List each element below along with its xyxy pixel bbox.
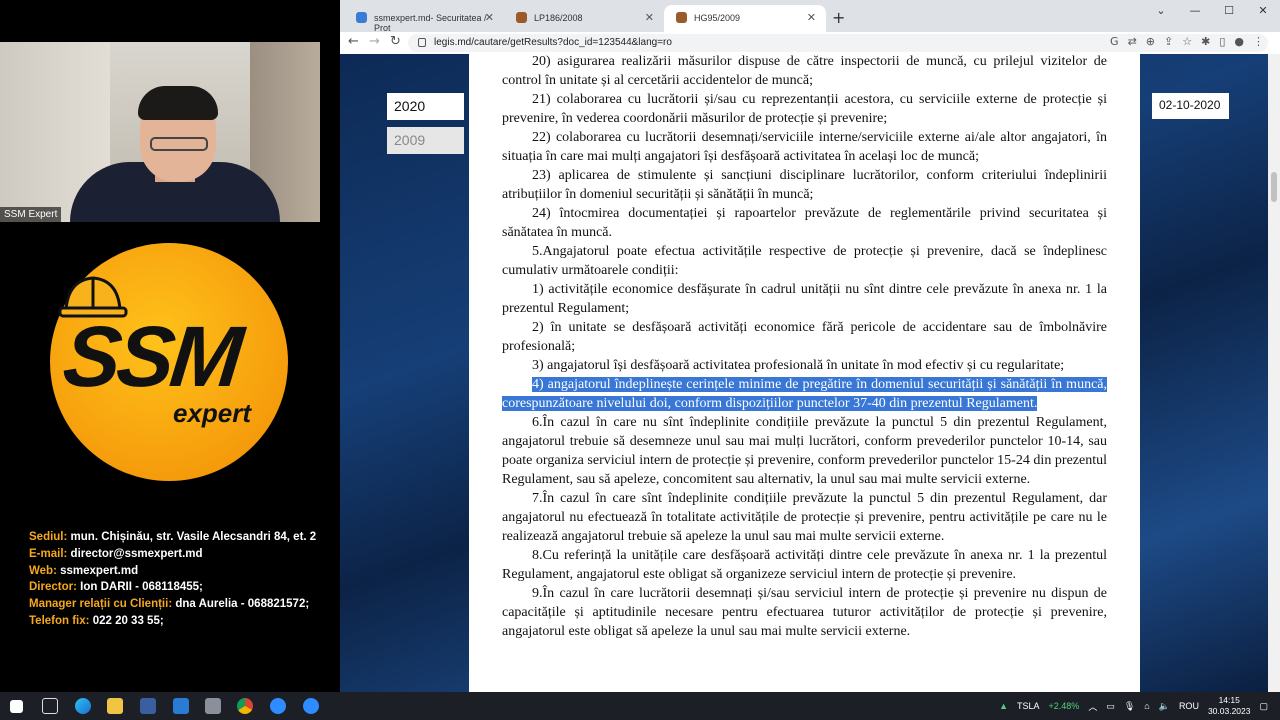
maximize-button[interactable]: ☐ <box>1212 0 1246 32</box>
doc-paragraph-selected: 4) angajatorul îndeplinește cerințele mi… <box>502 375 1107 413</box>
doc-paragraph: 9.În cazul în care lucrătorii desemnați … <box>502 586 1107 639</box>
stock-ticker[interactable]: TSLA <box>1017 701 1040 711</box>
logo-text-ssm: SSM <box>59 309 244 405</box>
extensions-icon[interactable]: ✱ <box>1201 35 1210 48</box>
reload-icon[interactable]: ↻ <box>390 34 401 49</box>
toolbar-icons: G ⇄ ⊕ ⇪ ☆ ✱ ▯ ● ⋮ <box>1110 35 1264 48</box>
forward-arrow-icon[interactable]: → <box>369 34 380 49</box>
doc-paragraph: 7.În cazul în care sînt îndeplinite cond… <box>502 491 1107 544</box>
contact-line-web: Web: ssmexpert.md <box>29 564 139 577</box>
page-viewport: 2020 2009 02-10-2020 20) asigurarea real… <box>340 54 1268 692</box>
year-tab-inactive[interactable]: 2009 <box>387 127 464 154</box>
doc-paragraph: 24) întocmirea documentației și rapoarte… <box>502 206 1107 240</box>
year-tab-active[interactable]: 2020 <box>387 93 464 120</box>
browser-chrome: ssmexpert.md- Securitatea / Prot ✕ LP186… <box>340 0 1280 54</box>
profile-avatar-icon[interactable]: ● <box>1234 35 1244 48</box>
selected-text[interactable]: 4) angajatorul îndeplinește cerințele mi… <box>502 377 1107 411</box>
page-scrollbar[interactable] <box>1268 54 1280 692</box>
zoom-icon[interactable]: ⊕ <box>1146 35 1155 48</box>
sidebar-icon[interactable]: ▯ <box>1219 35 1225 48</box>
stock-change: +2.48% <box>1048 701 1080 711</box>
doc-paragraph: 23) aplicarea de stimulente și sancțiuni… <box>502 168 1107 202</box>
zoom-app-icon[interactable] <box>270 698 286 714</box>
calculator-icon[interactable] <box>205 698 221 714</box>
new-tab-button[interactable]: + <box>832 8 845 27</box>
contact-line-director: Director: Ion DARII - 068118455; <box>29 581 203 594</box>
tab-search-chevron-icon[interactable]: ⌄ <box>1144 0 1178 32</box>
tab-strip: ssmexpert.md- Securitatea / Prot ✕ LP186… <box>340 0 1280 33</box>
tray-app-icon[interactable]: ▭ <box>1106 701 1115 712</box>
webcam-person-glasses <box>150 137 208 151</box>
lock-icon <box>418 38 426 47</box>
mail-icon[interactable] <box>173 698 189 714</box>
scrollbar-thumb[interactable] <box>1271 172 1277 202</box>
logo-text-expert: expert <box>173 398 252 428</box>
tab-hg95[interactable]: HG95/2009 ✕ <box>664 5 826 32</box>
clock[interactable]: 14:15 30.03.2023 <box>1208 695 1251 717</box>
contact-line-manager: Manager relații cu Clienții: dna Aurelia… <box>29 598 310 611</box>
share-icon[interactable]: ⇪ <box>1164 35 1173 48</box>
document-date: 02-10-2020 <box>1152 93 1229 119</box>
doc-paragraph: 21) colaborarea cu lucrătorii și/sau cu … <box>502 92 1107 126</box>
bookmark-star-icon[interactable]: ☆ <box>1182 35 1192 48</box>
contact-info: Sediul: mun. Chișinău, str. Vasile Alecs… <box>29 529 316 630</box>
google-icon[interactable]: G <box>1110 35 1119 48</box>
minimize-button[interactable]: — <box>1178 0 1212 32</box>
menu-dots-icon[interactable]: ⋮ <box>1253 35 1264 48</box>
tab-lp186[interactable]: LP186/2008 ✕ <box>504 5 664 32</box>
microphone-icon[interactable]: 🎙 <box>1124 701 1135 712</box>
doc-paragraph: 2) în unitate se desfășoară activități e… <box>502 320 1107 354</box>
close-window-button[interactable]: ✕ <box>1246 0 1280 32</box>
notification-icon[interactable]: ▢ <box>1259 701 1268 712</box>
doc-paragraph: 22) colaborarea cu lucrătorii desemnați/… <box>502 130 1107 164</box>
close-tab-icon[interactable]: ✕ <box>645 11 654 24</box>
crest-favicon-icon <box>516 12 527 23</box>
browser-toolbar: ← → ↻ legis.md/cautare/getResults?doc_id… <box>340 32 1280 54</box>
zoom-meeting-icon[interactable] <box>303 698 319 714</box>
document-body: 20) asigurarea realizării măsurilor disp… <box>469 54 1140 692</box>
doc-paragraph: 5.Angajatorul poate efectua activitățile… <box>502 244 1107 278</box>
file-explorer-icon[interactable] <box>107 698 123 714</box>
close-tab-icon[interactable]: ✕ <box>807 11 816 24</box>
store-icon[interactable] <box>140 698 156 714</box>
contact-line-phone: Telefon fix: 022 20 33 55; <box>29 614 164 627</box>
doc-paragraph: 6.În cazul în care nu sînt îndeplinite c… <box>502 415 1107 487</box>
crest-favicon-icon <box>676 12 687 23</box>
windows-taskbar: ▲ TSLA +2.48% ︿ ▭ 🎙 ⌂ 🔈 ROU 14:15 30.03.… <box>0 692 1280 720</box>
window-controls: ⌄ — ☐ ✕ <box>1144 0 1280 32</box>
globe-favicon-icon <box>356 12 367 23</box>
translate-icon[interactable]: ⇄ <box>1128 35 1137 48</box>
system-tray: ▲ TSLA +2.48% ︿ ▭ 🎙 ⌂ 🔈 ROU 14:15 30.03.… <box>999 692 1268 720</box>
contact-line-email: E-mail: director@ssmexpert.md <box>29 547 203 560</box>
doc-paragraph: 3) angajatorul își desfășoară activitate… <box>532 358 1065 373</box>
chrome-icon[interactable] <box>237 698 253 714</box>
edge-icon[interactable] <box>75 698 91 714</box>
task-view-icon[interactable] <box>42 698 58 714</box>
windows-start-icon[interactable] <box>10 700 23 713</box>
tab-ssmexpert[interactable]: ssmexpert.md- Securitatea / Prot ✕ <box>344 5 504 33</box>
doc-paragraph: 8.Cu referință la unitățile care desfășo… <box>502 548 1107 582</box>
doc-paragraph: 1) activitățile economice desfășurate în… <box>502 282 1107 316</box>
webcam-feed <box>0 42 320 222</box>
volume-icon[interactable]: 🔈 <box>1159 701 1170 712</box>
close-tab-icon[interactable]: ✕ <box>485 11 494 24</box>
network-icon[interactable]: ⌂ <box>1144 701 1149 711</box>
contact-line-address: Sediul: mun. Chișinău, str. Vasile Alecs… <box>29 531 317 543</box>
doc-paragraph: 20) asigurarea realizării măsurilor disp… <box>502 54 1107 88</box>
webcam-label: SSM Expert <box>0 207 62 222</box>
tray-chevron-icon[interactable]: ︿ <box>1088 700 1097 713</box>
stock-trend-icon: ▲ <box>999 701 1009 711</box>
language-indicator[interactable]: ROU <box>1179 701 1199 711</box>
webcam-person-hair <box>138 86 218 120</box>
back-arrow-icon[interactable]: ← <box>348 34 359 49</box>
left-panel: SSM Expert SSM expert Sediul: mun. Chiși… <box>0 0 340 692</box>
